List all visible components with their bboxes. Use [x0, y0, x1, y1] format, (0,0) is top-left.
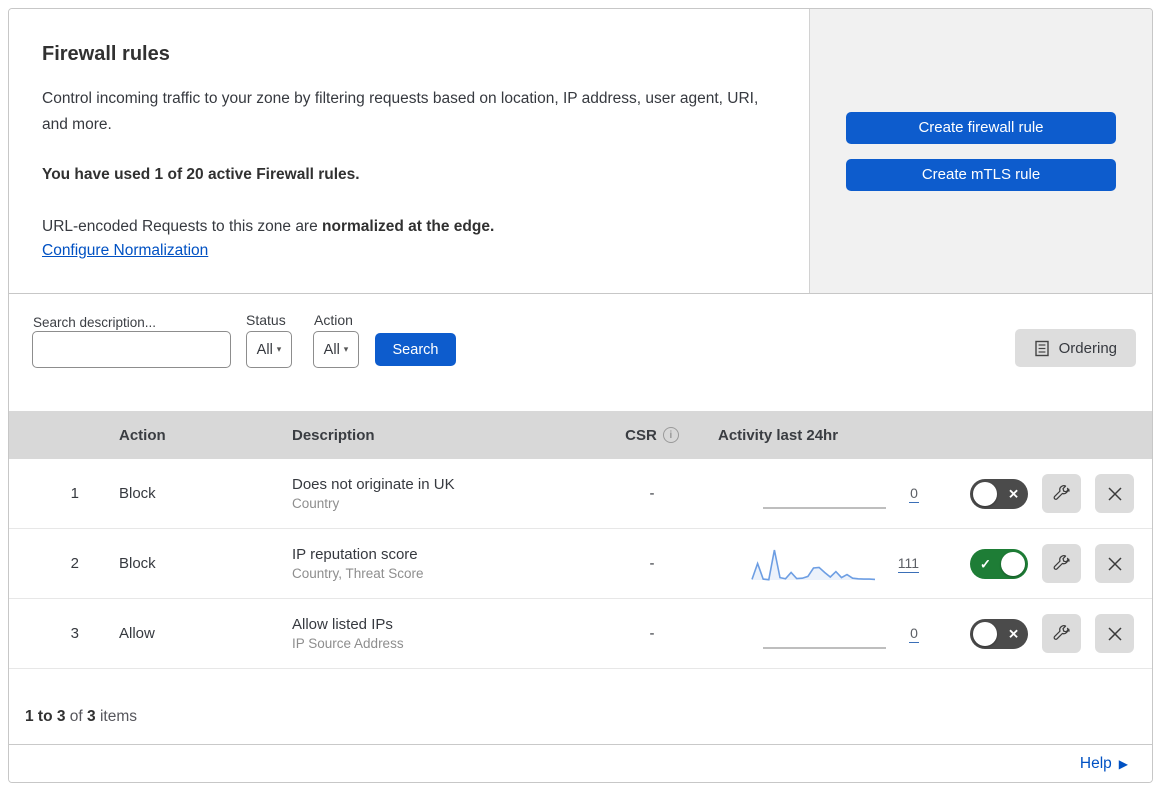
- rule-criteria: Country: [292, 496, 340, 511]
- arrow-right-icon: ▶: [1118, 756, 1128, 771]
- page-description: Control incoming traffic to your zone by…: [42, 90, 759, 133]
- toggle-state-icon: ✕: [1008, 486, 1019, 501]
- header-csr-label: CSR: [625, 426, 657, 444]
- normalization-note: URL-encoded Requests to this zone are no…: [42, 214, 769, 240]
- toggle-knob: [973, 481, 997, 506]
- normalization-note-text: URL-encoded Requests to this zone are: [42, 218, 323, 235]
- rule-controls: ✕: [927, 474, 1152, 513]
- chevron-down-icon: ▾: [276, 344, 282, 354]
- ordering-button-label: Ordering: [1058, 339, 1117, 357]
- intro-text-block: Firewall rules Control incoming traffic …: [9, 9, 810, 293]
- toggle-state-icon: ✓: [980, 556, 991, 571]
- action-dropdown-value: All: [323, 341, 340, 358]
- close-icon: [1107, 486, 1122, 501]
- rule-controls: ✕: [927, 614, 1152, 653]
- rule-description-cell: IP reputation score Country, Threat Scor…: [272, 546, 592, 581]
- rule-criteria: Country, Threat Score: [292, 566, 424, 581]
- info-icon[interactable]: i: [662, 427, 679, 443]
- action-label: Action: [314, 312, 353, 328]
- rule-enabled-toggle[interactable]: ✕: [970, 478, 1028, 509]
- delete-rule-button[interactable]: [1095, 614, 1134, 653]
- delete-rule-button[interactable]: [1095, 544, 1134, 583]
- pagination-items: items: [95, 707, 137, 725]
- rule-description: Allow listed IPs: [292, 616, 393, 633]
- activity-count-link[interactable]: 0: [909, 485, 919, 503]
- rule-controls: ✓: [927, 544, 1152, 583]
- rule-activity-cell: 111: [712, 544, 927, 584]
- wrench-icon: [1053, 555, 1070, 570]
- pagination-of: of: [65, 707, 88, 725]
- rule-activity-cell: 0: [712, 474, 927, 514]
- chevron-down-icon: ▾: [343, 344, 349, 354]
- table-header: Action Description CSR i Activity last 2…: [9, 411, 1152, 459]
- activity-sparkline: [763, 646, 886, 649]
- activity-sparkline: [763, 506, 886, 509]
- rule-number: 1: [70, 485, 79, 502]
- search-field-wrapper: [32, 331, 231, 368]
- help-link[interactable]: Help ▶: [1080, 755, 1128, 773]
- search-label: Search description...: [33, 315, 157, 330]
- ordering-button[interactable]: Ordering: [1014, 329, 1136, 367]
- header-activity: Activity last 24hr: [718, 426, 839, 444]
- normalization-note-bold: normalized at the edge.: [322, 218, 495, 235]
- edit-rule-button[interactable]: [1042, 614, 1081, 653]
- rule-criteria: IP Source Address: [292, 636, 404, 651]
- header-action: Action: [119, 426, 166, 444]
- rule-number: 2: [70, 555, 79, 572]
- rule-csr-value: -: [649, 555, 655, 572]
- table-row: 3 Allow Allow listed IPs IP Source Addre…: [9, 599, 1152, 669]
- rule-description: IP reputation score: [292, 546, 418, 563]
- header-csr: CSR i: [592, 427, 712, 444]
- search-input[interactable]: [49, 334, 230, 365]
- toggle-knob: [973, 621, 997, 646]
- close-icon: [1107, 626, 1122, 641]
- pagination-summary: 1 to 3 of 3 items: [9, 669, 1152, 745]
- search-button[interactable]: Search: [375, 333, 456, 366]
- help-link-label: Help: [1079, 754, 1112, 772]
- rule-action: Block: [119, 485, 156, 502]
- rule-description: Does not originate in UK: [292, 476, 455, 493]
- configure-normalization-link[interactable]: Configure Normalization: [42, 242, 208, 260]
- activity-sparkline: [750, 549, 875, 581]
- status-label: Status: [246, 312, 286, 328]
- create-mtls-rule-button[interactable]: Create mTLS rule: [846, 158, 1116, 191]
- firewall-rules-panel: Firewall rules Control incoming traffic …: [8, 8, 1153, 783]
- toggle-knob: [1001, 551, 1025, 576]
- table-row: 2 Block IP reputation score Country, Thr…: [9, 529, 1152, 599]
- status-dropdown-value: All: [256, 341, 273, 358]
- usage-summary: You have used 1 of 20 active Firewall ru…: [42, 166, 360, 183]
- rule-number: 3: [70, 625, 79, 642]
- close-icon: [1107, 556, 1122, 571]
- activity-count-link[interactable]: 111: [897, 555, 919, 573]
- wrench-icon: [1053, 485, 1070, 500]
- activity-count-link[interactable]: 0: [909, 625, 919, 643]
- rule-csr-value: -: [649, 485, 655, 502]
- wrench-icon: [1053, 625, 1070, 640]
- actions-panel: Create firewall rule Create mTLS rule: [810, 9, 1152, 293]
- page-title: Firewall rules: [42, 43, 170, 65]
- toggle-state-icon: ✕: [1008, 626, 1019, 641]
- intro-section: Firewall rules Control incoming traffic …: [9, 9, 1152, 294]
- header-description: Description: [292, 426, 375, 444]
- status-dropdown[interactable]: All ▾: [246, 331, 292, 368]
- filter-bar: Search description... Status Action All …: [9, 294, 1152, 411]
- help-bar: Help ▶: [9, 745, 1152, 782]
- rule-description-cell: Allow listed IPs IP Source Address: [272, 616, 592, 651]
- rule-action: Block: [119, 555, 156, 572]
- table-row: 1 Block Does not originate in UK Country…: [9, 459, 1152, 529]
- rule-action: Allow: [119, 625, 155, 642]
- rule-enabled-toggle[interactable]: ✓: [970, 548, 1028, 579]
- rule-description-cell: Does not originate in UK Country: [272, 476, 592, 511]
- ordering-list-icon: [1034, 340, 1049, 356]
- edit-rule-button[interactable]: [1042, 474, 1081, 513]
- pagination-range: 1 to 3: [25, 707, 66, 725]
- action-dropdown[interactable]: All ▾: [313, 331, 359, 368]
- pagination-total: 3: [87, 707, 96, 725]
- rule-csr-value: -: [649, 625, 655, 642]
- rule-enabled-toggle[interactable]: ✕: [970, 618, 1028, 649]
- edit-rule-button[interactable]: [1042, 544, 1081, 583]
- rule-activity-cell: 0: [712, 614, 927, 654]
- delete-rule-button[interactable]: [1095, 474, 1134, 513]
- create-firewall-rule-button[interactable]: Create firewall rule: [846, 111, 1116, 144]
